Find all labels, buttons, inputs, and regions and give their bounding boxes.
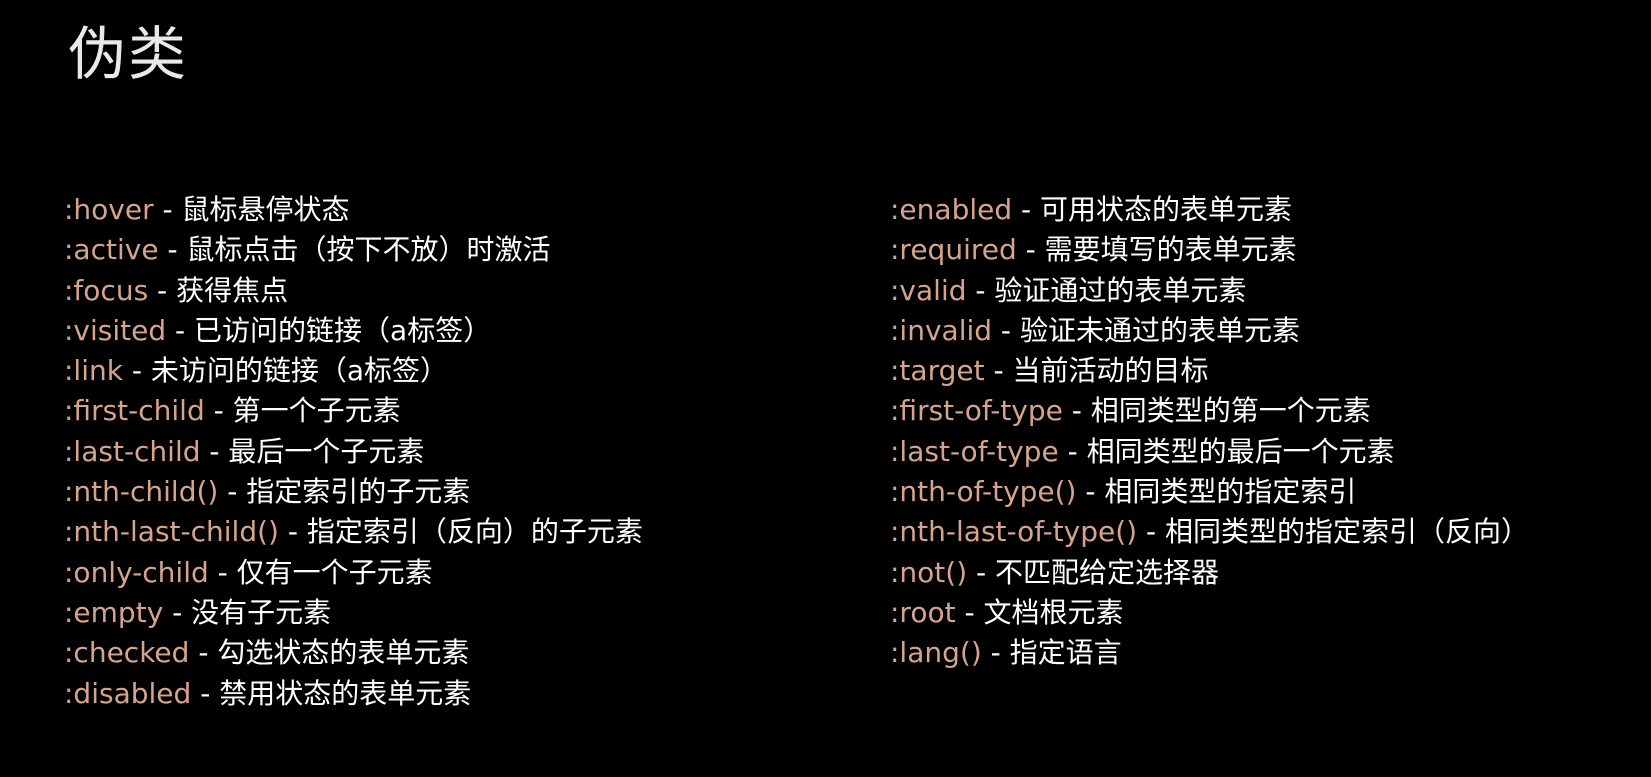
list-item: :root - 文档根元素 (890, 595, 1124, 629)
selector-name: :valid (890, 273, 967, 307)
selector-name: :invalid (890, 313, 993, 347)
selector-description: 禁用状态的表单元素 (219, 676, 472, 710)
slide-title: 伪类 (68, 20, 189, 88)
selector-description: 指定索引的子元素 (246, 475, 471, 509)
selector-name: :hover (64, 193, 154, 226)
list-item: :last-child - 最后一个子元素 (64, 434, 425, 468)
selector-description: 验证未通过的表单元素 (1019, 313, 1300, 347)
list-item: :nth-child() - 指定索引的子元素 (64, 475, 471, 509)
selector-name: :focus (64, 273, 149, 307)
list-item: :visited - 已访问的链接（a标签） (64, 313, 492, 347)
selector-description: 勾选状态的表单元素 (217, 636, 470, 670)
pseudo-class-list-left: :hover - 鼠标悬停状态 :active - 鼠标点击（按下不放）时激活 … (64, 190, 643, 714)
selector-description: 相同类型的指定索引（反向） (1165, 515, 1530, 549)
selector-name: :empty (64, 595, 164, 629)
list-item: :lang() - 指定语言 (890, 636, 1122, 670)
selector-description: 指定语言 (1009, 636, 1122, 670)
selector-name: :nth-child() (64, 475, 219, 509)
list-item: :only-child - 仅有一个子元素 (64, 555, 433, 589)
selector-description: 验证通过的表单元素 (994, 273, 1247, 307)
selector-description: 相同类型的最后一个元素 (1086, 434, 1395, 468)
selector-name: :disabled (64, 676, 192, 710)
selector-description: 指定索引（反向）的子元素 (306, 515, 643, 549)
selector-name: :nth-of-type() (890, 475, 1077, 509)
list-item: :nth-last-of-type() - 相同类型的指定索引（反向） (890, 515, 1530, 549)
selector-name: :active (64, 233, 159, 267)
selector-name: :nth-last-child() (64, 515, 279, 549)
list-item: :first-of-type - 相同类型的第一个元素 (890, 394, 1371, 428)
selector-description: 第一个子元素 (232, 394, 401, 428)
selector-description: 未访问的链接（a标签） (150, 354, 449, 388)
list-item: :checked - 勾选状态的表单元素 (64, 636, 470, 670)
selector-description: 鼠标点击（按下不放）时激活 (186, 233, 551, 267)
selector-description: 获得焦点 (176, 273, 289, 307)
list-item: :disabled - 禁用状态的表单元素 (64, 676, 472, 710)
list-item: :not() - 不匹配给定选择器 (890, 555, 1220, 589)
selector-description: 仅有一个子元素 (236, 555, 433, 589)
selector-name: :not() (890, 555, 968, 589)
selector-name: :root (890, 595, 956, 629)
selector-name: :visited (64, 313, 167, 347)
list-item: :active - 鼠标点击（按下不放）时激活 (64, 233, 551, 267)
list-item: :nth-of-type() - 相同类型的指定索引 (890, 475, 1357, 509)
list-item: :first-child - 第一个子元素 (64, 394, 401, 428)
selector-name: :enabled (890, 193, 1013, 226)
list-item: :empty - 没有子元素 (64, 595, 332, 629)
selector-name: :last-of-type (890, 434, 1059, 468)
selector-name: :first-child (64, 394, 205, 428)
selector-name: :required (890, 233, 1017, 267)
selector-name: :link (64, 354, 123, 388)
selector-description: 不匹配给定选择器 (995, 555, 1220, 589)
list-item: :hover - 鼠标悬停状态 (64, 193, 350, 226)
list-item: :link - 未访问的链接（a标签） (64, 354, 449, 388)
list-item: :invalid - 验证未通过的表单元素 (890, 313, 1300, 347)
selector-name: :lang() (890, 636, 982, 670)
list-item: :enabled - 可用状态的表单元素 (890, 193, 1293, 226)
selector-description: 已访问的链接（a标签） (194, 313, 492, 347)
list-item: :focus - 获得焦点 (64, 273, 289, 307)
list-item: :required - 需要填写的表单元素 (890, 233, 1297, 267)
list-item: :last-of-type - 相同类型的最后一个元素 (890, 434, 1395, 468)
pseudo-class-list-right: :enabled - 可用状态的表单元素 :required - 需要填写的表单… (890, 190, 1529, 674)
selector-description: 需要填写的表单元素 (1044, 233, 1297, 267)
selector-description: 鼠标悬停状态 (181, 193, 350, 226)
selector-description: 当前活动的目标 (1012, 354, 1209, 388)
selector-description: 相同类型的第一个元素 (1090, 394, 1371, 428)
selector-description: 相同类型的指定索引 (1104, 475, 1357, 509)
selector-description: 最后一个子元素 (228, 434, 425, 468)
selector-name: :only-child (64, 555, 209, 589)
selector-description: 没有子元素 (191, 595, 332, 629)
selector-description: 可用状态的表单元素 (1040, 193, 1293, 226)
list-item: :nth-last-child() - 指定索引（反向）的子元素 (64, 515, 643, 549)
selector-name: :last-child (64, 434, 201, 468)
list-item: :target - 当前活动的目标 (890, 354, 1209, 388)
selector-name: :first-of-type (890, 394, 1063, 428)
selector-name: :target (890, 354, 985, 388)
slide: 伪类 :hover - 鼠标悬停状态 :active - 鼠标点击（按下不放）时… (0, 0, 1651, 777)
selector-name: :checked (64, 636, 190, 670)
list-item: :valid - 验证通过的表单元素 (890, 273, 1247, 307)
selector-name: :nth-last-of-type() (890, 515, 1138, 549)
selector-description: 文档根元素 (983, 595, 1124, 629)
